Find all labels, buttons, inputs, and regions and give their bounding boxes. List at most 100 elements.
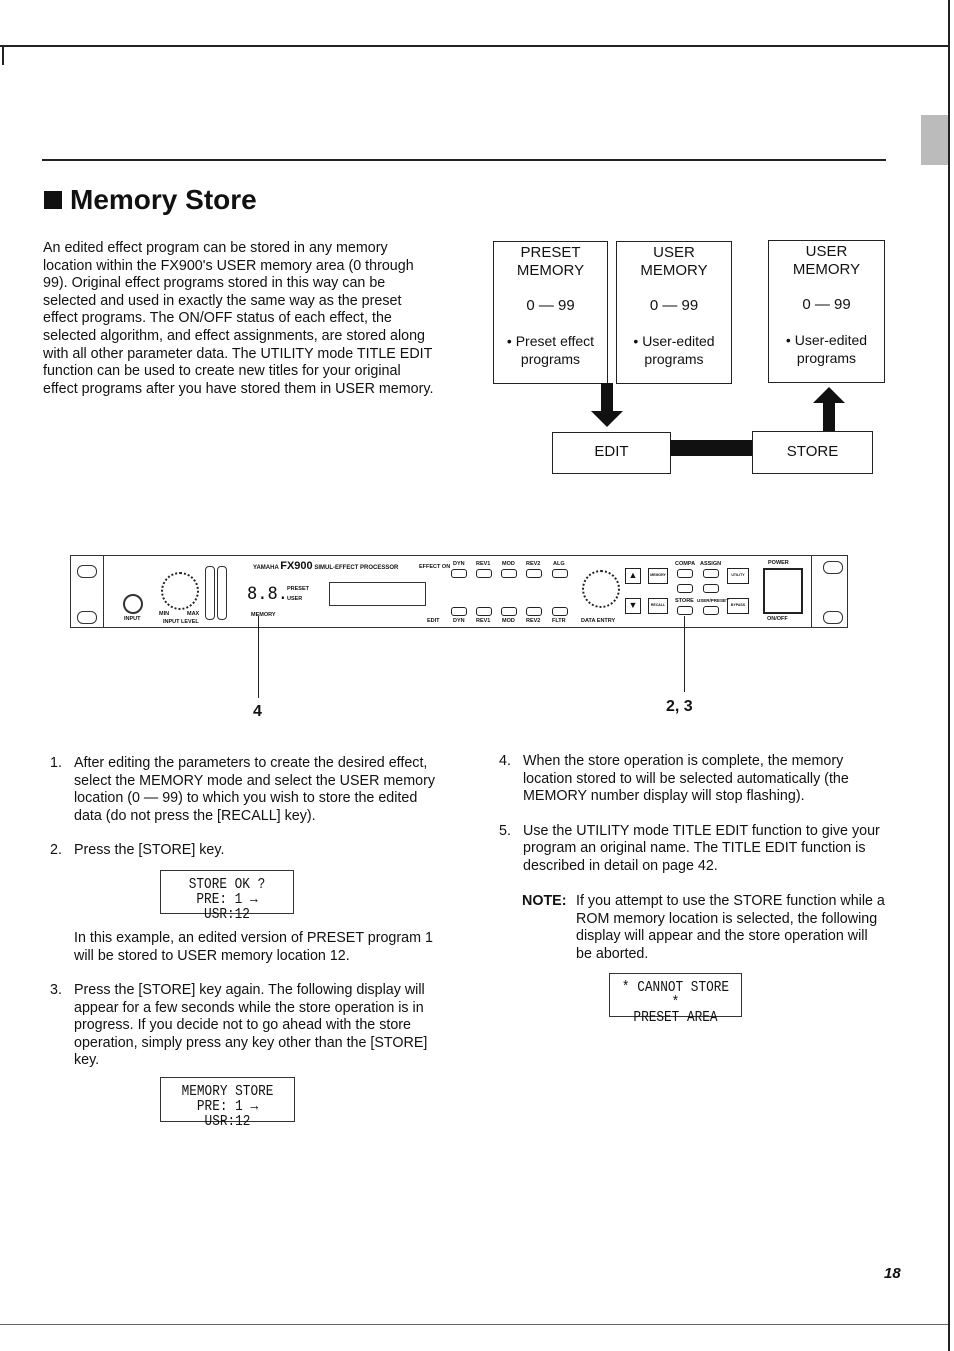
box-desc: • Preset effect: [506, 333, 595, 349]
lcd-line: * CANNOT STORE *: [621, 979, 730, 1011]
left-button[interactable]: [677, 584, 693, 593]
memory-number-display: 8.8.: [247, 584, 288, 604]
note: NOTE: If you attempt to use the STORE fu…: [522, 893, 887, 963]
edit-dyn-button[interactable]: [451, 607, 467, 616]
edit-mod-button[interactable]: [501, 607, 517, 616]
memory-key-label: MEMORY: [650, 573, 666, 577]
subtitle: SIMUL-EFFECT PROCESSOR: [314, 565, 399, 571]
step-text: When the store operation is complete, th…: [523, 753, 849, 805]
step-2: 2. Press the [STORE] key.: [50, 842, 440, 860]
compa-key-label: COMPA: [675, 561, 696, 567]
rack-hole: [77, 611, 97, 624]
step-text: Press the [STORE] key again. The followi…: [74, 982, 428, 1069]
down-button[interactable]: ▼: [625, 598, 641, 614]
utility-key-label: UTILITY: [731, 573, 745, 577]
bullet-square-icon: [44, 191, 62, 209]
fx900-front-panel: INPUT MIN MAX INPUT LEVEL YAMAHA FX900 S…: [70, 555, 848, 628]
input-level-knob[interactable]: [161, 572, 199, 610]
store-button[interactable]: [677, 606, 693, 615]
effect-rev1-button[interactable]: [476, 569, 492, 578]
edit-fltr-label: FLTR: [552, 618, 566, 624]
compa-button[interactable]: [677, 569, 693, 578]
effect-rev2-button[interactable]: [526, 569, 542, 578]
power-label: POWER: [768, 560, 789, 566]
callout-line: [258, 616, 259, 698]
page-title: Memory Store: [44, 184, 257, 216]
memory-button[interactable]: MEMORY: [648, 568, 668, 584]
rack-hole: [823, 611, 843, 624]
note-label: NOTE:: [522, 893, 567, 909]
input-level-label: INPUT LEVEL: [163, 619, 199, 625]
box-title: MEMORY: [516, 262, 585, 279]
preset-memory-box: PRESET MEMORY 0 — 99 • Preset effect pro…: [493, 241, 608, 384]
data-entry-dial[interactable]: [582, 570, 620, 608]
edit-box: EDIT: [552, 432, 671, 474]
bypass-key-label: BYPASS: [730, 603, 746, 607]
user-preset-button[interactable]: [703, 606, 719, 615]
lcd-cannot-store: * CANNOT STORE * PRESET AREA: [609, 973, 742, 1025]
user-memory-box-2: USER MEMORY 0 — 99 • User-edited program…: [768, 240, 885, 383]
effect-rev2-label: REV2: [526, 561, 541, 567]
box-desc: programs: [796, 350, 857, 366]
effect-dyn-label: DYN: [453, 561, 465, 567]
top-rule: [0, 45, 948, 47]
box-title: PRESET: [520, 244, 581, 261]
note-text: If you attempt to use the STORE function…: [576, 893, 885, 962]
step-number: 5.: [499, 822, 511, 839]
edit-label: EDIT: [427, 618, 440, 624]
data-entry-label: DATA ENTRY: [581, 618, 616, 624]
effect-mod-button[interactable]: [501, 569, 517, 578]
edit-rev2-button[interactable]: [526, 607, 542, 616]
lcd-line: PRE: 1 → USR:12: [196, 891, 258, 923]
user-preset-key-label: USER/PRESET: [697, 598, 729, 603]
edit-rev1-label: REV1: [476, 618, 491, 624]
effect-dyn-button[interactable]: [451, 569, 467, 578]
edit-dyn-label: DYN: [453, 618, 465, 624]
box-range: 0 — 99: [649, 297, 699, 314]
power-switch[interactable]: [763, 568, 803, 614]
alg-button[interactable]: [552, 569, 568, 578]
step-3: 3. Press the [STORE] key again. The follo…: [50, 982, 440, 1087]
steps-right: 4. When the store operation is complete, …: [499, 753, 889, 893]
step-number: 1.: [50, 755, 62, 771]
lcd-line: STORE OK ?: [188, 876, 266, 893]
manual-page: Memory Store An edited effect program ca…: [0, 0, 954, 1351]
step-number: 3.: [50, 982, 62, 998]
level-meter-l: [205, 566, 215, 620]
assign-button[interactable]: [703, 569, 719, 578]
up-button[interactable]: ▲: [625, 568, 641, 584]
box-desc: programs: [644, 351, 704, 367]
input-label: INPUT: [124, 616, 141, 622]
section-rule: [42, 159, 886, 161]
box-desc: • User-edited: [785, 332, 868, 348]
store-key-label: STORE: [675, 598, 694, 604]
utility-button[interactable]: UTILITY: [727, 568, 749, 584]
step-1: 1. After editing the parameters to create…: [50, 755, 440, 825]
thumb-tab: [921, 115, 948, 165]
memory-label: MEMORY: [251, 612, 276, 618]
lcd-memory-store: MEMORY STORE PRE: 1 → USR:12: [160, 1077, 295, 1129]
box-range: 0 — 99: [526, 297, 575, 314]
recall-button[interactable]: RECALL: [648, 598, 668, 614]
right-button[interactable]: [703, 584, 719, 593]
box-title: MEMORY: [792, 261, 861, 278]
bypass-button[interactable]: BYPASS: [727, 598, 749, 614]
step-text: Press the [STORE] key.: [74, 842, 225, 859]
effect-mod-label: MOD: [502, 561, 515, 567]
callout-2-3: 2, 3: [666, 698, 693, 715]
edit-fltr-button[interactable]: [552, 607, 568, 616]
level-meter-r: [217, 566, 227, 620]
right-edge: [948, 0, 950, 1351]
preset-indicator: PRESET: [287, 586, 310, 592]
intro-paragraph: An edited effect program can be stored i…: [43, 240, 434, 397]
model: FX900: [280, 560, 313, 572]
edit-rev1-button[interactable]: [476, 607, 492, 616]
input-jack[interactable]: [123, 594, 143, 614]
effect-rev1-label: REV1: [476, 561, 491, 567]
lcd-line: MEMORY STORE: [181, 1083, 274, 1100]
assign-key-label: ASSIGN: [700, 561, 722, 567]
alg-label: ALG: [553, 561, 565, 567]
box-title: USER: [805, 243, 848, 260]
up-arrow-icon: [813, 387, 845, 431]
brand-model: YAMAHA FX900 SIMUL-EFFECT PROCESSOR: [253, 560, 399, 572]
